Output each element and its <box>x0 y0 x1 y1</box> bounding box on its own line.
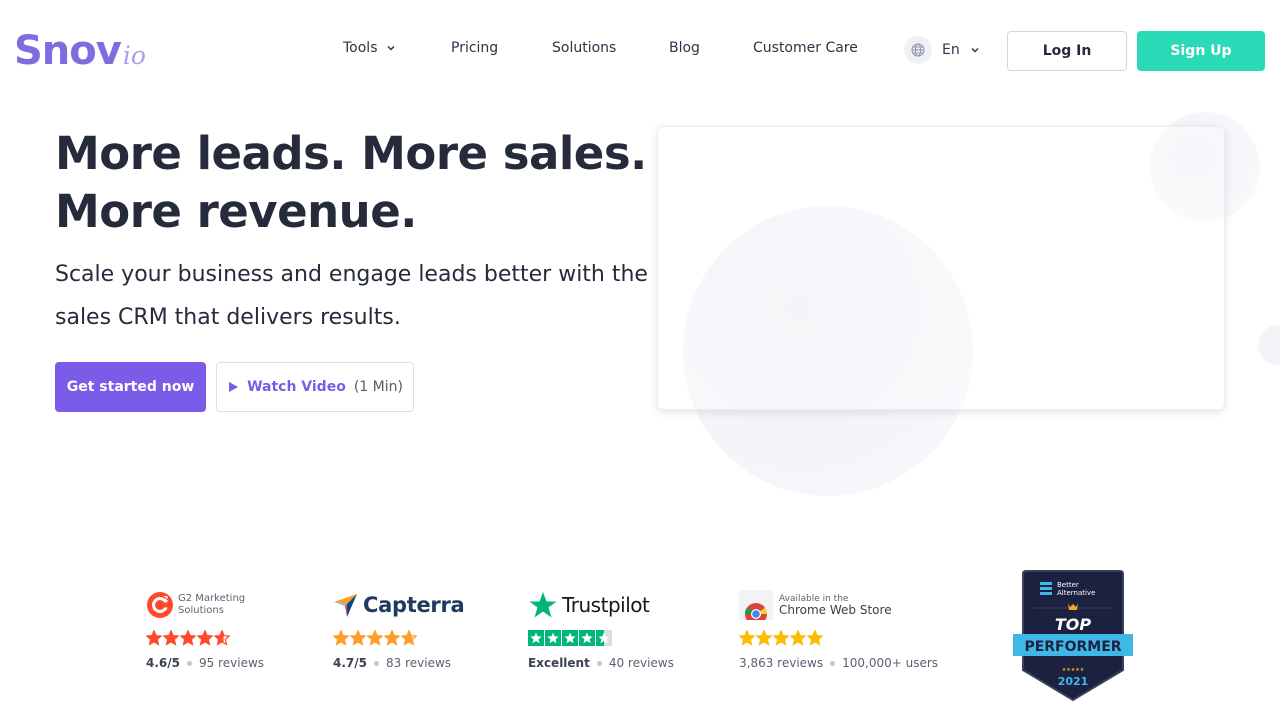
chrome-icon <box>739 590 773 620</box>
capterra-logo: Capterra <box>333 590 465 620</box>
nav-blog-label: Blog <box>669 40 700 56</box>
language-label: En <box>942 42 960 58</box>
g2-reviews: 95 reviews <box>199 656 265 670</box>
logo-suffix-text: io <box>122 41 146 70</box>
nav-solutions[interactable]: Solutions <box>552 40 616 56</box>
g2-score: 4.6/5 <box>146 656 180 670</box>
star-icon <box>214 630 230 646</box>
snovio-logo[interactable]: Snov io <box>14 28 146 74</box>
hero-subtitle: Scale your business and engage leads bet… <box>55 253 665 339</box>
capterra-logo-icon <box>334 594 357 617</box>
capterra-logo-text: Capterra <box>363 593 465 617</box>
hero-subtitle-line1: Scale your business and engage leads bet… <box>55 262 648 287</box>
play-icon <box>229 382 239 392</box>
capterra-reviews: 83 reviews <box>386 656 452 670</box>
star-rating <box>528 630 674 646</box>
nav-solutions-label: Solutions <box>552 40 617 56</box>
g2-logo-icon: 2 <box>147 592 173 618</box>
star-icon <box>163 630 179 646</box>
hero-title-line1: More leads. More sales. <box>55 127 647 180</box>
trustpilot-logo-text: Trustpilot <box>562 593 650 617</box>
nav-tools[interactable]: Tools <box>343 40 396 56</box>
star-rating <box>146 630 264 646</box>
star-icon <box>545 630 561 646</box>
decorative-circle <box>1258 325 1280 365</box>
star-rating <box>333 630 464 646</box>
logo-main-text: Snov <box>14 28 122 74</box>
star-icon <box>790 630 806 646</box>
watch-video-duration: (1 Min) <box>353 379 403 395</box>
rating-capterra[interactable]: Capterra 4.7/5 83 reviews <box>333 590 465 670</box>
star-icon <box>384 630 400 646</box>
star-icon <box>350 630 366 646</box>
separator-dot <box>187 660 192 666</box>
star-icon <box>773 630 789 646</box>
capterra-score: 4.7/5 <box>333 656 367 670</box>
badge-top: TOP <box>1055 615 1092 634</box>
watch-video-button[interactable]: Watch Video (1 Min) <box>216 362 414 412</box>
hero-title: More leads. More sales. More revenue. <box>55 125 675 241</box>
trustpilot-reviews: 40 reviews <box>608 656 674 670</box>
get-started-button[interactable]: Get started now <box>55 362 206 412</box>
star-icon <box>146 630 162 646</box>
star-icon <box>807 630 823 646</box>
chevron-down-icon <box>971 47 979 53</box>
badge-performer: PERFORMER <box>1024 639 1121 655</box>
hero-subtitle-line2: sales CRM that delivers results. <box>55 305 401 330</box>
nav-customer-care-label: Customer Care <box>753 40 858 56</box>
svg-text:★★★★★: ★★★★★ <box>1062 667 1085 673</box>
rating-trustpilot[interactable]: Trustpilot Excellent 40 reviews <box>528 590 674 670</box>
globe-icon <box>904 36 932 64</box>
hero-video-card[interactable] <box>657 126 1225 410</box>
nav-pricing[interactable]: Pricing <box>451 40 498 56</box>
language-selector[interactable]: En <box>904 36 980 64</box>
cws-logo-line2: Chrome Web Store <box>779 603 892 617</box>
svg-text:2: 2 <box>164 595 169 603</box>
separator-dot <box>374 660 379 666</box>
signup-button[interactable]: Sign Up <box>1137 31 1265 71</box>
trustpilot-star-icon <box>529 592 557 618</box>
hero-title-line2: More revenue. <box>55 185 417 238</box>
nav-tools-label: Tools <box>343 40 378 56</box>
separator-dot <box>830 660 836 666</box>
badge-line2: Alternative <box>1057 589 1095 597</box>
login-button[interactable]: Log In <box>1007 31 1127 71</box>
chevron-down-icon <box>386 45 395 51</box>
nav-pricing-label: Pricing <box>451 40 499 56</box>
g2-logo: 2 G2 Marketing Solutions <box>146 590 264 620</box>
badge-line1: Better <box>1057 581 1079 589</box>
badge-year: 2021 <box>1058 675 1089 688</box>
nav-blog[interactable]: Blog <box>669 40 700 56</box>
watch-video-label: Watch Video <box>247 379 346 395</box>
star-icon <box>528 630 544 646</box>
star-icon <box>197 630 213 646</box>
star-icon <box>562 630 578 646</box>
rating-chrome-web-store[interactable]: Available in the Chrome Web Store 3,863 … <box>739 590 938 670</box>
rating-g2[interactable]: 2 G2 Marketing Solutions 4.6/5 95 review… <box>146 590 264 670</box>
nav-customer-care[interactable]: Customer Care <box>753 40 858 56</box>
star-rating <box>739 630 938 646</box>
cws-review-count: 3,863 reviews <box>739 656 824 670</box>
star-icon <box>180 630 196 646</box>
separator-dot <box>596 660 602 666</box>
top-performer-badge[interactable]: Better Alternative TOP PERFORMER ★★★★★ 2… <box>1013 570 1133 706</box>
chrome-web-store-logo: Available in the Chrome Web Store <box>739 590 938 620</box>
star-icon <box>579 630 595 646</box>
star-icon <box>739 630 755 646</box>
trustpilot-logo: Trustpilot <box>528 590 674 620</box>
trustpilot-score: Excellent <box>528 656 590 670</box>
g2-logo-line2: Solutions <box>178 605 224 616</box>
star-icon <box>333 630 349 646</box>
star-icon <box>756 630 772 646</box>
g2-logo-line1: G2 Marketing <box>178 593 246 604</box>
star-icon <box>596 630 612 646</box>
star-icon <box>401 630 417 646</box>
cws-user-count: 100,000+ users <box>842 656 939 670</box>
star-icon <box>367 630 383 646</box>
